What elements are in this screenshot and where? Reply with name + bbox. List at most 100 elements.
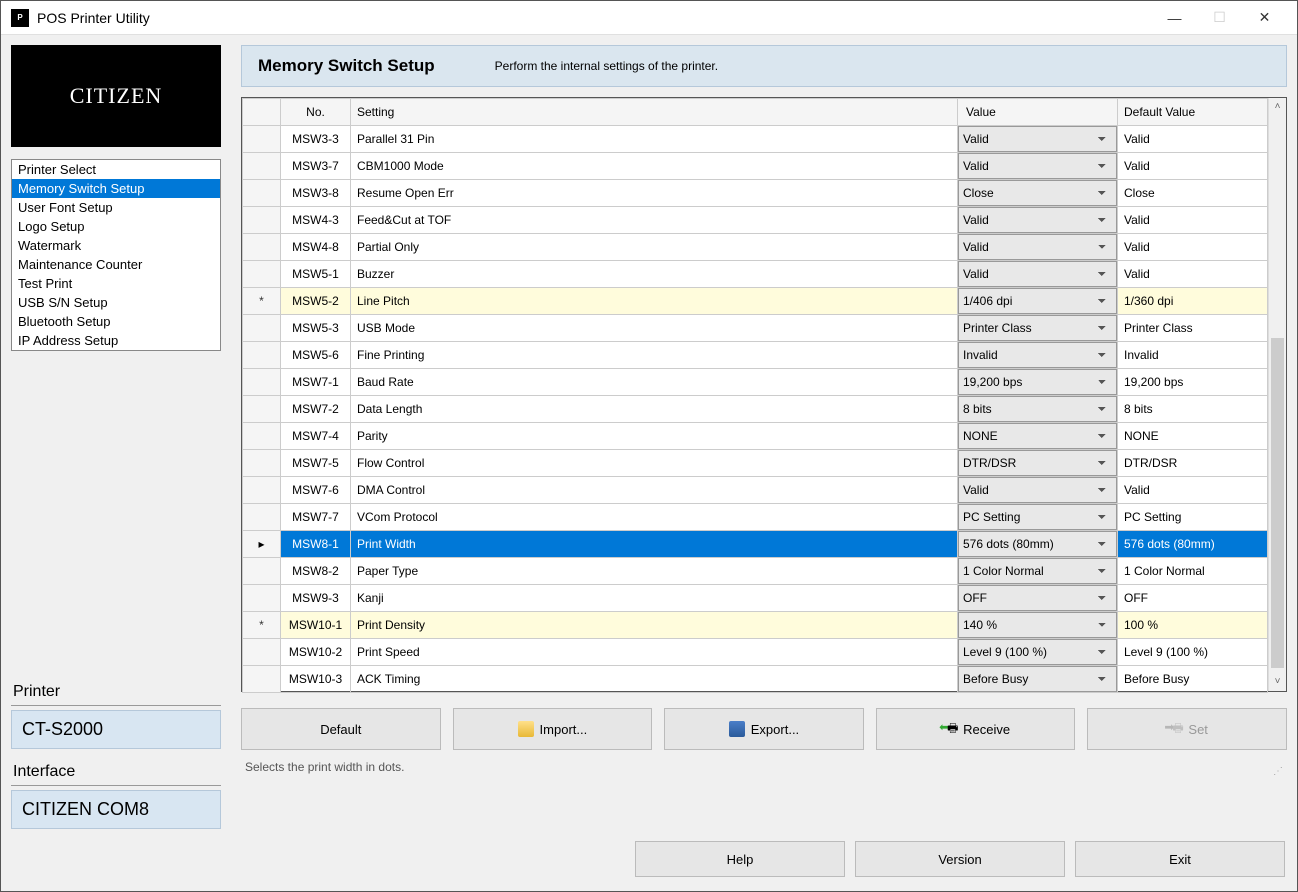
table-row[interactable]: MSW3-8Resume Open ErrCloseClose <box>243 180 1268 207</box>
table-row[interactable]: MSW10-1Print Density140 %100 % <box>243 612 1268 639</box>
value-select[interactable]: PC Setting <box>958 504 1117 530</box>
value-select[interactable]: NONE <box>958 423 1117 449</box>
col-value[interactable]: Value <box>958 99 1118 126</box>
sidebar-item-printer-select[interactable]: Printer Select <box>12 160 220 179</box>
save-icon <box>729 721 745 737</box>
sidebar-item-ip-address-setup[interactable]: IP Address Setup <box>12 331 220 350</box>
receive-button[interactable]: Receive <box>876 708 1076 750</box>
panel-header: Memory Switch Setup Perform the internal… <box>241 45 1287 87</box>
table-row[interactable]: MSW5-3USB ModePrinter ClassPrinter Class <box>243 315 1268 342</box>
col-no[interactable]: No. <box>281 99 351 126</box>
cell-value: 1 Color Normal <box>958 558 1118 585</box>
value-select[interactable]: 1 Color Normal <box>958 558 1117 584</box>
cell-no: MSW5-6 <box>281 342 351 369</box>
set-button: Set <box>1087 708 1287 750</box>
value-select[interactable]: Level 9 (100 %) <box>958 639 1117 665</box>
sidebar-item-memory-switch-setup[interactable]: Memory Switch Setup <box>12 179 220 198</box>
cell-default: Valid <box>1118 477 1268 504</box>
cell-value: Valid <box>958 126 1118 153</box>
value-select[interactable]: Invalid <box>958 342 1117 368</box>
col-marker <box>243 99 281 126</box>
value-select[interactable]: 19,200 bps <box>958 369 1117 395</box>
value-select[interactable]: 1/406 dpi <box>958 288 1117 314</box>
import-button[interactable]: Import... <box>453 708 653 750</box>
cell-value: 19,200 bps <box>958 369 1118 396</box>
cell-default: Before Busy <box>1118 666 1268 693</box>
cell-setting: Baud Rate <box>351 369 958 396</box>
cell-default: Valid <box>1118 126 1268 153</box>
scroll-down-icon[interactable]: ˅ <box>1269 673 1286 691</box>
sidebar-item-usb-s-n-setup[interactable]: USB S/N Setup <box>12 293 220 312</box>
exit-button[interactable]: Exit <box>1075 841 1285 877</box>
value-select[interactable]: Close <box>958 180 1117 206</box>
scroll-thumb[interactable] <box>1271 338 1284 668</box>
table-row[interactable]: MSW3-7CBM1000 ModeValidValid <box>243 153 1268 180</box>
default-button[interactable]: Default <box>241 708 441 750</box>
cell-no: MSW4-8 <box>281 234 351 261</box>
value-select[interactable]: 576 dots (80mm) <box>958 531 1117 557</box>
col-setting[interactable]: Setting <box>351 99 958 126</box>
table-row[interactable]: MSW5-2Line Pitch1/406 dpi1/360 dpi <box>243 288 1268 315</box>
sidebar-item-watermark[interactable]: Watermark <box>12 236 220 255</box>
table-row[interactable]: MSW8-1Print Width576 dots (80mm)576 dots… <box>243 531 1268 558</box>
value-select[interactable]: Printer Class <box>958 315 1117 341</box>
table-row[interactable]: MSW7-1Baud Rate19,200 bps19,200 bps <box>243 369 1268 396</box>
value-select[interactable]: Valid <box>958 153 1117 179</box>
cell-value: Printer Class <box>958 315 1118 342</box>
table-row[interactable]: MSW7-4ParityNONENONE <box>243 423 1268 450</box>
value-select[interactable]: DTR/DSR <box>958 450 1117 476</box>
resize-grip-icon[interactable]: ⋰ <box>1273 766 1283 777</box>
sidebar-item-user-font-setup[interactable]: User Font Setup <box>12 198 220 217</box>
value-select[interactable]: Valid <box>958 126 1117 152</box>
value-select[interactable]: 140 % <box>958 612 1117 638</box>
sidebar-item-maintenance-counter[interactable]: Maintenance Counter <box>12 255 220 274</box>
value-select[interactable]: Valid <box>958 207 1117 233</box>
table-row[interactable]: MSW7-6DMA ControlValidValid <box>243 477 1268 504</box>
table-row[interactable]: MSW10-2Print SpeedLevel 9 (100 %)Level 9… <box>243 639 1268 666</box>
cell-default: OFF <box>1118 585 1268 612</box>
row-marker <box>243 666 281 693</box>
table-row[interactable]: MSW5-6Fine PrintingInvalidInvalid <box>243 342 1268 369</box>
table-row[interactable]: MSW4-3Feed&Cut at TOFValidValid <box>243 207 1268 234</box>
cell-no: MSW10-1 <box>281 612 351 639</box>
value-select[interactable]: Valid <box>958 261 1117 287</box>
export-button[interactable]: Export... <box>664 708 864 750</box>
table-row[interactable]: MSW8-2Paper Type1 Color Normal1 Color No… <box>243 558 1268 585</box>
cell-default: Printer Class <box>1118 315 1268 342</box>
table-row[interactable]: MSW7-2Data Length8 bits8 bits <box>243 396 1268 423</box>
cell-value: NONE <box>958 423 1118 450</box>
table-row[interactable]: MSW9-3KanjiOFFOFF <box>243 585 1268 612</box>
cell-no: MSW7-4 <box>281 423 351 450</box>
scroll-up-icon[interactable]: ˄ <box>1269 98 1286 116</box>
minimize-button[interactable]: — <box>1152 3 1197 33</box>
close-button[interactable]: ✕ <box>1242 3 1287 33</box>
sidebar-item-logo-setup[interactable]: Logo Setup <box>12 217 220 236</box>
value-select[interactable]: OFF <box>958 585 1117 611</box>
table-row[interactable]: MSW7-7VCom ProtocolPC SettingPC Setting <box>243 504 1268 531</box>
table-row[interactable]: MSW3-3Parallel 31 PinValidValid <box>243 126 1268 153</box>
cell-default: 1/360 dpi <box>1118 288 1268 315</box>
row-marker <box>243 126 281 153</box>
value-select[interactable]: 8 bits <box>958 396 1117 422</box>
sidebar-item-test-print[interactable]: Test Print <box>12 274 220 293</box>
cell-default: 19,200 bps <box>1118 369 1268 396</box>
cell-setting: ACK Timing <box>351 666 958 693</box>
table-row[interactable]: MSW10-3ACK TimingBefore BusyBefore Busy <box>243 666 1268 693</box>
value-select[interactable]: Before Busy <box>958 666 1117 692</box>
status-text: Selects the print width in dots. <box>241 750 1287 784</box>
cell-value: Valid <box>958 207 1118 234</box>
cell-value: 140 % <box>958 612 1118 639</box>
col-default[interactable]: Default Value <box>1118 99 1268 126</box>
help-button[interactable]: Help <box>635 841 845 877</box>
panel-title: Memory Switch Setup <box>258 56 435 76</box>
value-select[interactable]: Valid <box>958 477 1117 503</box>
table-row[interactable]: MSW7-5Flow ControlDTR/DSRDTR/DSR <box>243 450 1268 477</box>
value-select[interactable]: Valid <box>958 234 1117 260</box>
cell-setting: Parity <box>351 423 958 450</box>
table-row[interactable]: MSW4-8Partial OnlyValidValid <box>243 234 1268 261</box>
cell-default: Invalid <box>1118 342 1268 369</box>
table-row[interactable]: MSW5-1BuzzerValidValid <box>243 261 1268 288</box>
sidebar-item-bluetooth-setup[interactable]: Bluetooth Setup <box>12 312 220 331</box>
version-button[interactable]: Version <box>855 841 1065 877</box>
vertical-scrollbar[interactable]: ˄ ˅ <box>1268 98 1286 691</box>
